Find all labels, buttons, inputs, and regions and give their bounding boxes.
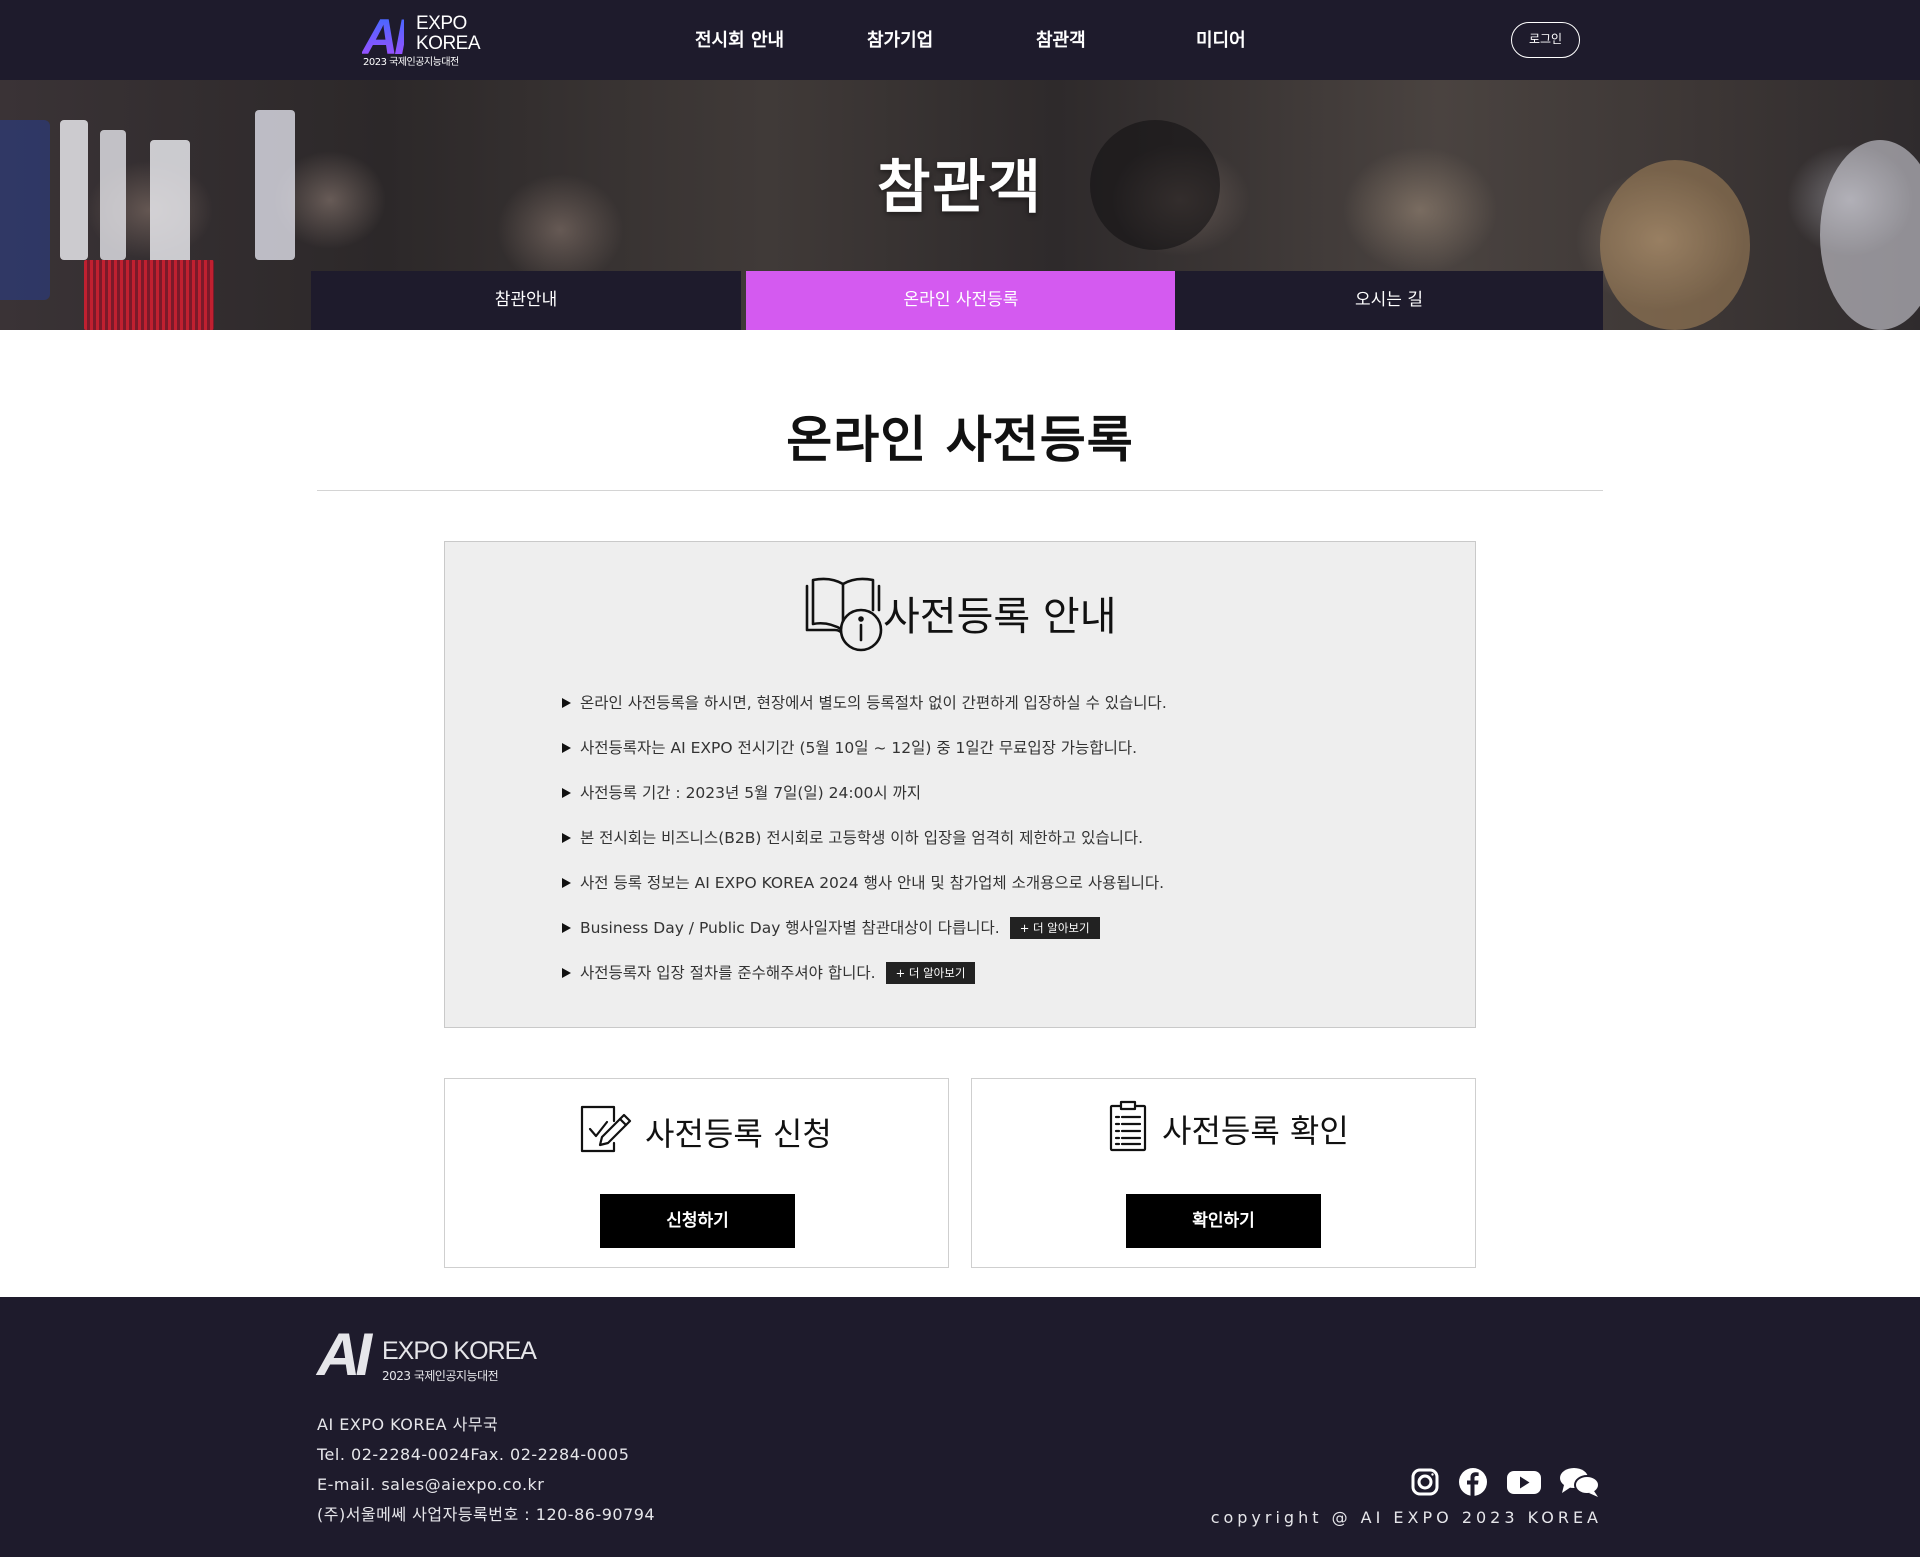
copyright: copyright @ AI EXPO 2023 KOREA [1210, 1508, 1602, 1527]
title-divider [317, 490, 1603, 491]
confirm-card: 사전등록 확인 확인하기 [971, 1078, 1476, 1268]
apply-card: 사전등록 신청 신청하기 [444, 1078, 949, 1268]
header: AI EXPO KOREA 2023 국제인공지능대전 전시회 안내 참가기업 참… [0, 0, 1920, 80]
main-nav: 전시회 안내 참가기업 참관객 미디어 [0, 26, 1920, 54]
bullet-triangle-icon [562, 878, 571, 888]
clipboard-list-icon [1109, 1100, 1147, 1152]
info-item: 사전 등록 정보는 AI EXPO KOREA 2024 행사 안내 및 참가업… [562, 872, 1442, 917]
info-heading: 사전등록 안내 [803, 570, 1163, 654]
bullet-triangle-icon [562, 968, 571, 978]
info-item: 사전등록 기간 : 2023년 5월 7일(일) 24:00시 까지 [562, 782, 1442, 827]
bullet-triangle-icon [562, 833, 571, 843]
login-button[interactable]: 로그인 [1511, 22, 1580, 58]
footer-tel-fax: Tel. 02-2284-0024Fax. 02-2284-0005 [317, 1445, 630, 1464]
info-item: 본 전시회는 비즈니스(B2B) 전시회로 고등학생 이하 입장을 엄격히 제한… [562, 827, 1442, 872]
footer-email: E-mail. sales@aiexpo.co.kr [317, 1475, 545, 1494]
tab-online-preregistration[interactable]: 온라인 사전등록 [746, 271, 1176, 330]
footer-business-number: (주)서울메쎄 사업자등록번호 : 120-86-90794 [317, 1505, 656, 1524]
info-item: 온라인 사전등록을 하시면, 현장에서 별도의 등록절차 없이 간편하게 입장하… [562, 692, 1442, 737]
info-heading-text: 사전등록 안내 [883, 594, 1117, 640]
footer-contact-info: AI EXPO KOREA 사무국 Tel. 02-2284-0024Fax. … [317, 1410, 655, 1530]
page-title: 온라인 사전등록 [786, 411, 1134, 469]
book-info-icon [805, 577, 883, 652]
nav-visitors[interactable]: 참관객 [1036, 26, 1086, 52]
chat-icon[interactable] [1558, 1465, 1602, 1499]
learn-more-button-entry-procedure[interactable]: + 더 알아보기 [885, 962, 976, 984]
instagram-icon[interactable] [1408, 1465, 1442, 1499]
social-links [1408, 1465, 1603, 1499]
confirm-card-title: 사전등록 확인 [1162, 1112, 1349, 1150]
bullet-triangle-icon [562, 923, 571, 933]
youtube-icon[interactable] [1504, 1465, 1544, 1499]
bullet-triangle-icon [562, 698, 571, 708]
logo-subtitle: 2023 국제인공지능대전 [363, 57, 459, 68]
info-item: 사전등록자 입장 절차를 준수해주셔야 합니다. + 더 알아보기 [562, 962, 1442, 1007]
preregistration-info-box: 사전등록 안내 온라인 사전등록을 하시면, 현장에서 별도의 등록절차 없이 … [444, 541, 1476, 1028]
footer: AI EXPO KOREA 2023 국제인공지능대전 AI EXPO KORE… [0, 1297, 1920, 1557]
apply-button[interactable]: 신청하기 [600, 1194, 795, 1248]
info-list: 온라인 사전등록을 하시면, 현장에서 별도의 등록절차 없이 간편하게 입장하… [562, 692, 1442, 1007]
apply-card-title: 사전등록 신청 [645, 1115, 832, 1153]
tab-directions[interactable]: 오시는 길 [1175, 271, 1603, 330]
info-item: Business Day / Public Day 행사일자별 참관대상이 다릅… [562, 917, 1442, 962]
footer-logo: AI EXPO KOREA 2023 국제인공지능대전 [317, 1321, 537, 1388]
bullet-triangle-icon [562, 788, 571, 798]
footer-office: AI EXPO KOREA 사무국 [317, 1415, 499, 1434]
nav-exhibitors[interactable]: 참가기업 [867, 26, 933, 52]
learn-more-button-day-types[interactable]: + 더 알아보기 [1009, 917, 1100, 939]
bullet-triangle-icon [562, 743, 571, 753]
tab-visitor-guide[interactable]: 참관안내 [311, 271, 741, 330]
edit-document-icon [580, 1105, 632, 1153]
footer-logo-subtitle: 2023 국제인공지능대전 [382, 1369, 499, 1383]
footer-logo-expo-text: EXPO KOREA [382, 1337, 537, 1365]
hero-title: 참관객 [876, 153, 1044, 221]
confirm-button[interactable]: 확인하기 [1126, 1194, 1321, 1248]
info-item: 사전등록자는 AI EXPO 전시기간 (5월 10일 ~ 12일) 중 1일간… [562, 737, 1442, 782]
sub-tabs: 참관안내 온라인 사전등록 오시는 길 [311, 271, 1603, 330]
nav-media[interactable]: 미디어 [1196, 26, 1246, 52]
footer-logo-ai-mark: AI [317, 1321, 372, 1388]
facebook-icon[interactable] [1456, 1465, 1490, 1499]
nav-exhibition-info[interactable]: 전시회 안내 [695, 26, 784, 52]
